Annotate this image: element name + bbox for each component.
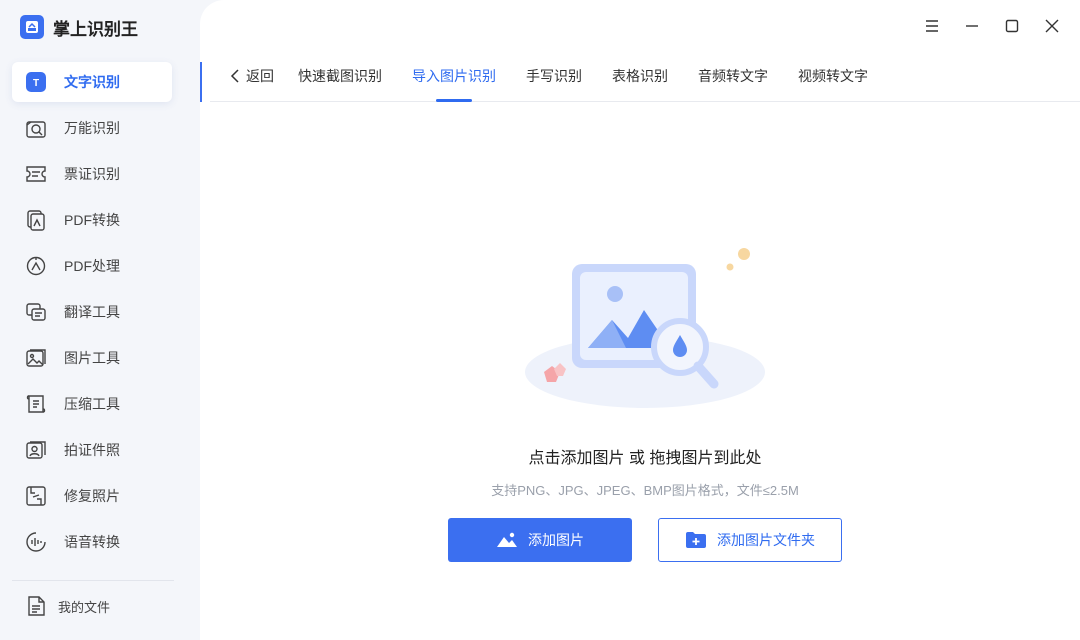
chevron-left-icon bbox=[230, 68, 239, 83]
compress-icon bbox=[24, 392, 48, 416]
add-image-label: 添加图片 bbox=[528, 532, 584, 548]
folder-plus-icon bbox=[685, 531, 707, 549]
tab-bar: 返回 快速截图识别 导入图片识别 手写识别 表格识别 音频转文字 视频转文字 bbox=[200, 50, 1080, 102]
main-panel: 返回 快速截图识别 导入图片识别 手写识别 表格识别 音频转文字 视频转文字 点… bbox=[200, 0, 1080, 640]
sidebar-item-label: PDF转换 bbox=[64, 212, 120, 228]
svg-text:T: T bbox=[33, 78, 39, 89]
image-upload-illustration-icon bbox=[525, 248, 765, 408]
sidebar-item-label: 修复照片 bbox=[64, 488, 120, 504]
voice-icon bbox=[24, 530, 48, 554]
sidebar-divider bbox=[12, 580, 174, 581]
sidebar-item-compress[interactable]: 压缩工具 bbox=[12, 384, 172, 424]
image-tool-icon bbox=[24, 346, 48, 370]
tab-audio-to-text[interactable]: 音频转文字 bbox=[698, 50, 768, 102]
tab-quick-screenshot[interactable]: 快速截图识别 bbox=[298, 50, 382, 102]
minimize-icon[interactable] bbox=[962, 14, 982, 38]
close-icon[interactable] bbox=[1042, 14, 1062, 38]
app-logo-icon bbox=[20, 15, 44, 39]
my-files-label: 我的文件 bbox=[58, 599, 111, 615]
sidebar-item-label: 拍证件照 bbox=[64, 442, 120, 458]
sidebar-item-text-ocr[interactable]: T 文字识别 bbox=[12, 62, 172, 102]
add-folder-label: 添加图片文件夹 bbox=[717, 532, 815, 548]
sidebar-item-translate[interactable]: 翻译工具 bbox=[12, 292, 172, 332]
tab-import-image[interactable]: 导入图片识别 bbox=[412, 50, 496, 102]
sidebar-item-voice[interactable]: 语音转换 bbox=[12, 522, 172, 562]
image-icon bbox=[496, 531, 518, 549]
sidebar-item-label: 万能识别 bbox=[64, 120, 120, 136]
text-ocr-icon: T bbox=[24, 70, 48, 94]
app-title: 掌上识别王 bbox=[53, 19, 138, 39]
sidebar-item-label: 语音转换 bbox=[64, 534, 120, 550]
sidebar-item-label: 票证识别 bbox=[64, 166, 120, 182]
tab-bar-accent bbox=[200, 62, 202, 102]
sidebar-item-repair-photo[interactable]: 修复照片 bbox=[12, 476, 172, 516]
window-controls bbox=[922, 14, 1062, 38]
tab-table[interactable]: 表格识别 bbox=[612, 50, 668, 102]
tab-handwriting[interactable]: 手写识别 bbox=[526, 50, 582, 102]
maximize-icon[interactable] bbox=[1002, 14, 1022, 38]
back-button[interactable]: 返回 bbox=[230, 66, 274, 86]
sidebar-nav: T 文字识别 万能识别 票证识别 PDF转换 PDF处理 翻译工具 图片工具 压… bbox=[0, 62, 200, 562]
drop-title: 点击添加图片 或 拖拽图片到此处 bbox=[528, 450, 762, 467]
translate-icon bbox=[24, 300, 48, 324]
menu-icon[interactable] bbox=[922, 14, 942, 38]
sidebar-item-label: 文字识别 bbox=[64, 74, 120, 90]
sidebar-item-image-tool[interactable]: 图片工具 bbox=[12, 338, 172, 378]
drop-zone[interactable]: 点击添加图片 或 拖拽图片到此处 支持PNG、JPG、JPEG、BMP图片格式，… bbox=[210, 102, 1080, 640]
sidebar: 掌上识别王 T 文字识别 万能识别 票证识别 PDF转换 PDF处理 翻译工具 … bbox=[0, 0, 200, 640]
content-card: 返回 快速截图识别 导入图片识别 手写识别 表格识别 音频转文字 视频转文字 点… bbox=[200, 50, 1080, 640]
back-label: 返回 bbox=[246, 67, 274, 84]
sidebar-item-universal[interactable]: 万能识别 bbox=[12, 108, 172, 148]
sidebar-item-label: 翻译工具 bbox=[64, 304, 120, 320]
repair-photo-icon bbox=[24, 484, 48, 508]
pdf-process-icon bbox=[24, 254, 48, 278]
sidebar-item-id-photo[interactable]: 拍证件照 bbox=[12, 430, 172, 470]
ticket-icon bbox=[24, 162, 48, 186]
app-header: 掌上识别王 bbox=[0, 0, 200, 54]
tab-video-to-text[interactable]: 视频转文字 bbox=[798, 50, 868, 102]
sidebar-item-ticket[interactable]: 票证识别 bbox=[12, 154, 172, 194]
sidebar-item-my-files[interactable]: 我的文件 bbox=[24, 594, 110, 618]
id-photo-icon bbox=[24, 438, 48, 462]
sidebar-item-label: 压缩工具 bbox=[64, 396, 120, 412]
sidebar-item-label: PDF处理 bbox=[64, 258, 120, 274]
file-icon bbox=[24, 594, 48, 618]
drop-subtitle: 支持PNG、JPG、JPEG、BMP图片格式，文件≤2.5M bbox=[491, 483, 799, 498]
pdf-convert-icon bbox=[24, 208, 48, 232]
sidebar-item-pdf-convert[interactable]: PDF转换 bbox=[12, 200, 172, 240]
add-folder-button[interactable]: 添加图片文件夹 bbox=[658, 518, 842, 562]
universal-scan-icon bbox=[24, 116, 48, 140]
sidebar-item-label: 图片工具 bbox=[64, 350, 120, 366]
sidebar-item-pdf-process[interactable]: PDF处理 bbox=[12, 246, 172, 286]
add-image-button[interactable]: 添加图片 bbox=[448, 518, 632, 562]
